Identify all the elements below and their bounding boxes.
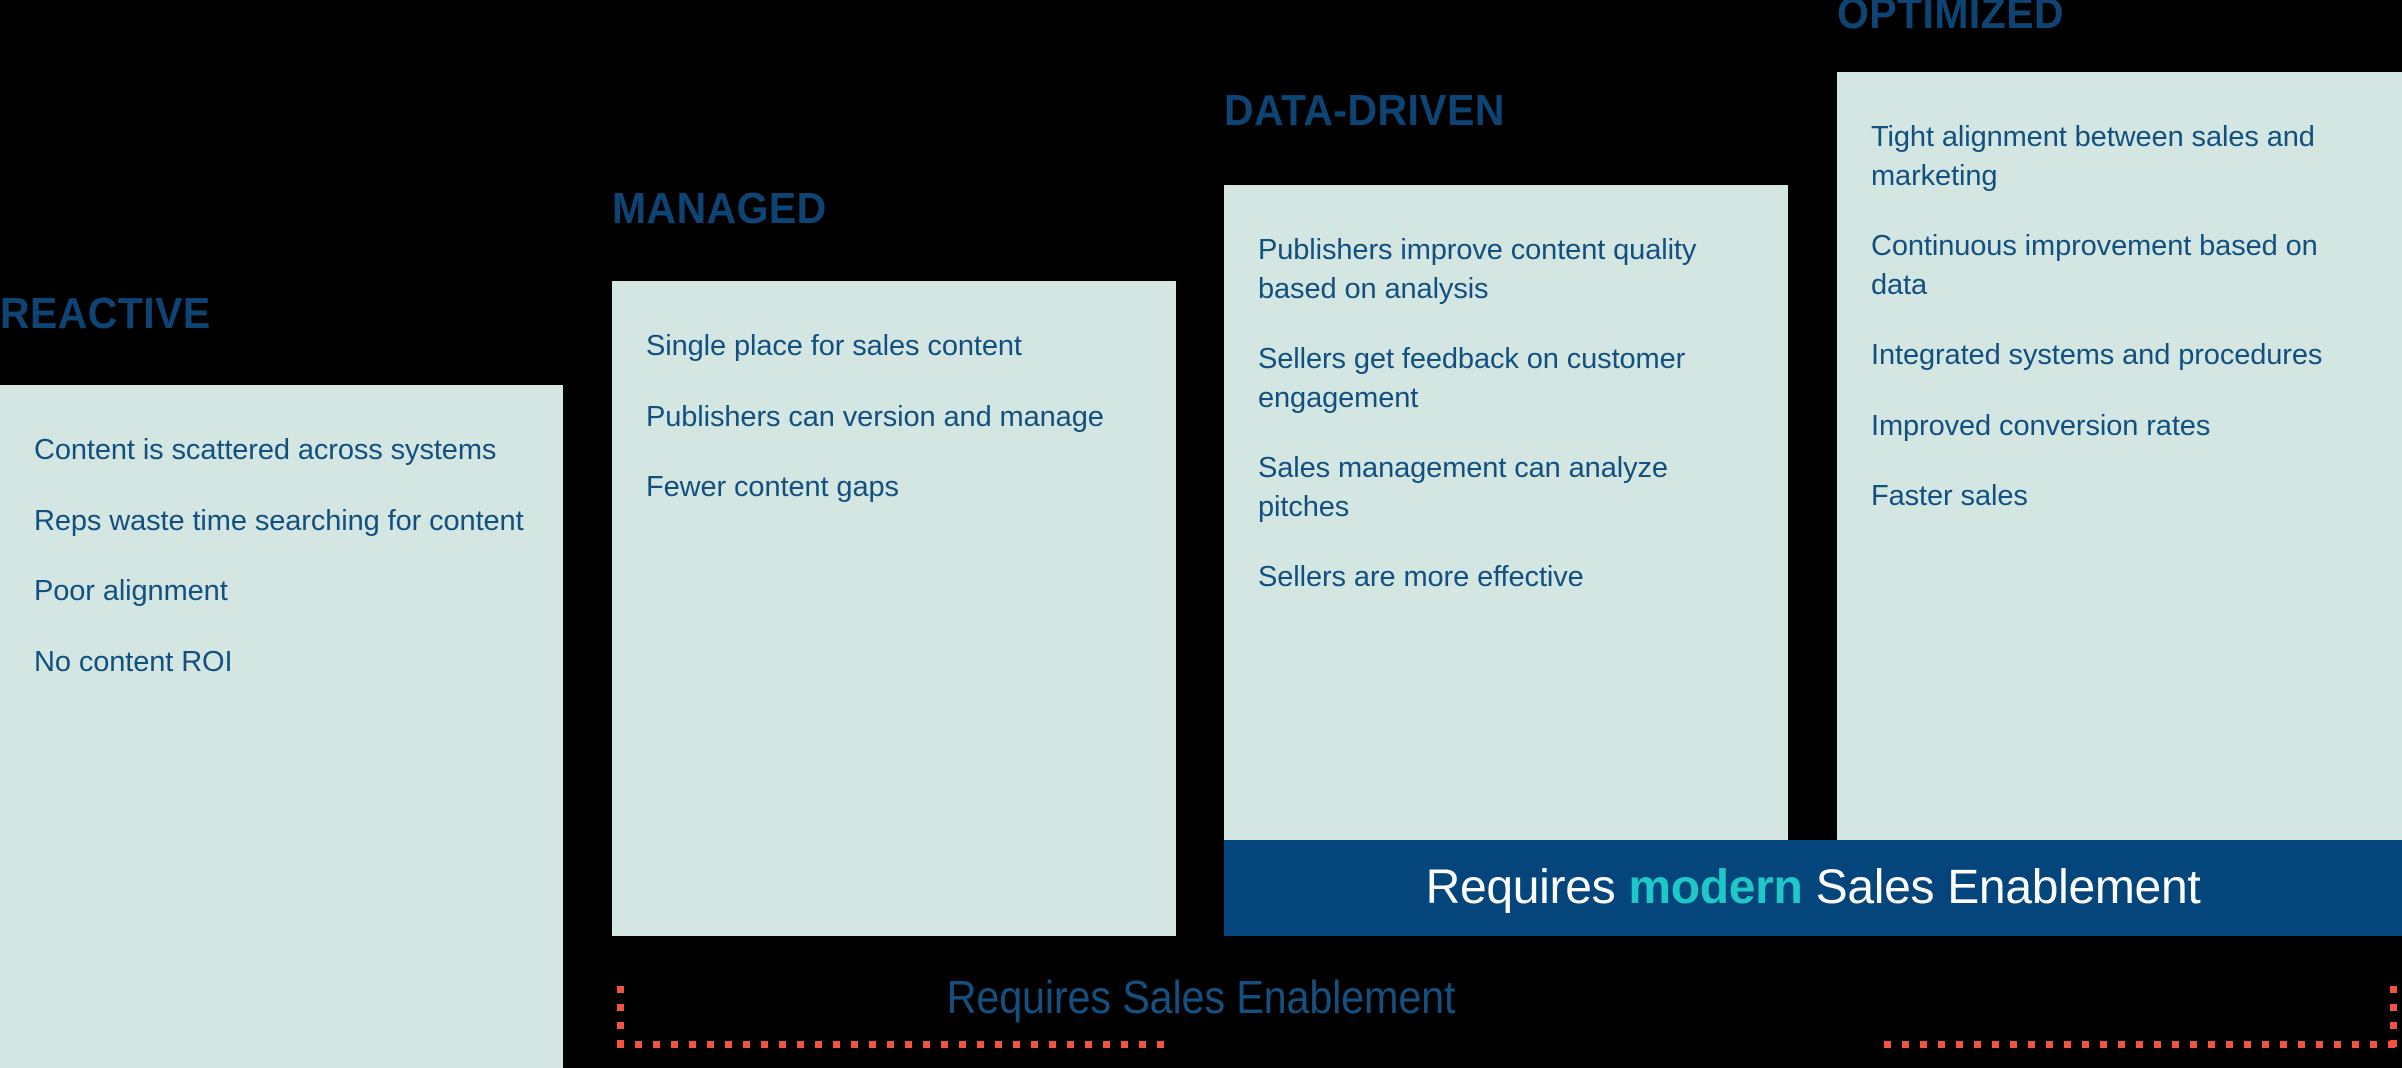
list-item: Integrated systems and procedures	[1871, 339, 2323, 372]
modern-banner-suffix: Sales Enablement	[1802, 861, 2201, 914]
maturity-model-diagram: REACTIVE Content is scattered across sys…	[0, 0, 2402, 1068]
list-item: Sellers are more effective	[1258, 561, 1584, 594]
stage-list-reactive: Content is scattered across systems Reps…	[0, 385, 563, 701]
stage-list-optimized: Tight alignment between sales and market…	[1837, 72, 2402, 536]
list-item: Fewer content gaps	[646, 471, 899, 504]
list-item: Tight alignment between sales and market…	[1871, 121, 2315, 192]
list-item: Sellers get feedback on customer engagem…	[1258, 343, 1686, 414]
list-item: No content ROI	[34, 645, 233, 678]
modern-banner-accent: modern	[1628, 861, 1803, 914]
modern-banner-text: Requires modern Sales Enablement	[1426, 864, 2201, 912]
list-item: Sales management can analyze pitches	[1258, 452, 1668, 523]
requires-sales-enablement-label: Requires Sales Enablement	[946, 971, 1456, 1023]
list-item: Publishers can version and manage	[646, 400, 1104, 433]
stage-panel-managed: Single place for sales content Publisher…	[612, 281, 1176, 936]
list-item: Poor alignment	[34, 575, 228, 608]
stage-heading-reactive: REACTIVE	[0, 289, 211, 338]
stage-heading-optimized: OPTIMIZED	[1837, 0, 2064, 38]
stage-panel-optimized: Tight alignment between sales and market…	[1837, 72, 2402, 840]
list-item: Reps waste time searching for content	[34, 504, 524, 537]
stage-heading-managed: MANAGED	[612, 184, 827, 233]
list-item: Single place for sales content	[646, 330, 1022, 362]
list-item: Continuous improvement based on data	[1871, 230, 2318, 301]
stage-heading-data-driven: DATA-DRIVEN	[1224, 86, 1505, 135]
dotted-connector-left-horizontal	[617, 1041, 1172, 1048]
dotted-connector-right-horizontal	[1884, 1041, 2396, 1048]
modern-banner-prefix: Requires	[1425, 861, 1629, 914]
list-item: Improved conversion rates	[1871, 409, 2211, 442]
dotted-connector-right-vertical	[2390, 986, 2397, 1048]
list-item: Publishers improve content quality based…	[1258, 234, 1697, 305]
requires-sales-enablement-band: Requires Sales Enablement	[0, 960, 2402, 1068]
stage-list-data-driven: Publishers improve content quality based…	[1224, 185, 1788, 617]
stage-panel-data-driven: Publishers improve content quality based…	[1224, 185, 1788, 840]
list-item: Content is scattered across systems	[34, 434, 497, 466]
stage-list-managed: Single place for sales content Publisher…	[612, 281, 1176, 527]
list-item: Faster sales	[1871, 480, 2028, 513]
modern-sales-enablement-banner: Requires modern Sales Enablement	[1224, 840, 2402, 936]
